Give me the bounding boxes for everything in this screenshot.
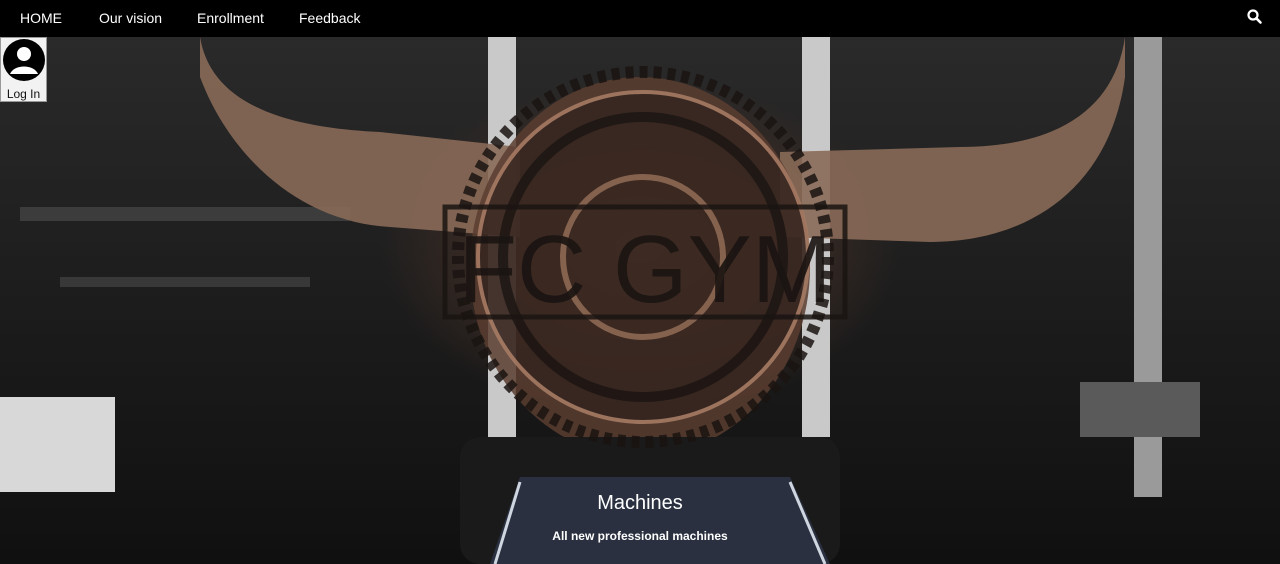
user-avatar-icon (2, 39, 45, 81)
hero-image: FC GYM (0, 37, 1280, 564)
svg-text:FC GYM: FC GYM (458, 216, 831, 323)
carousel-caption-title: Machines (597, 492, 683, 514)
nav-feedback-link[interactable]: Feedback (299, 10, 360, 26)
login-button[interactable]: Log In (0, 37, 47, 102)
carousel-caption-subtitle: All new professional machines (552, 529, 728, 543)
search-icon[interactable] (1246, 8, 1264, 26)
nav-our-vision-link[interactable]: Our vision (99, 10, 162, 26)
fc-gym-logo: FC GYM (442, 66, 848, 448)
top-navbar: HOME Our vision Enrollment Feedback (0, 0, 1280, 37)
nav-enrollment-link[interactable]: Enrollment (197, 10, 264, 26)
nav-home-link[interactable]: HOME (20, 10, 62, 26)
login-label: Log In (6, 87, 41, 101)
